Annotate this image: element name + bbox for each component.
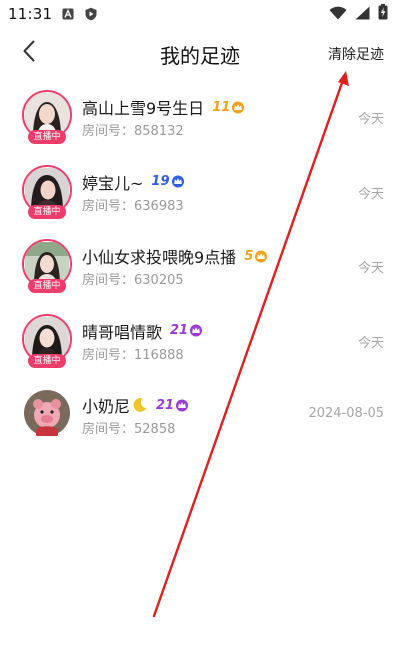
level-number: 19 <box>151 174 170 189</box>
clear-history-button[interactable]: 清除足迹 <box>328 44 384 64</box>
avatar-wrap: 直播中 <box>22 313 72 368</box>
signal-icon <box>355 5 370 24</box>
avatar-wrap: 直播中 <box>22 239 72 293</box>
room-line: 房间号：52858 <box>82 418 175 437</box>
status-right <box>329 4 388 24</box>
streamer-name: 小奶尼 <box>82 397 131 416</box>
name-line: 晴哥唱情歌 21 <box>82 320 203 342</box>
name-line: 小仙女求投喂晚9点播 5 <box>82 245 268 267</box>
history-item[interactable]: 直播中 高山上雪9号生日 11 房间号：858132 今天 <box>0 78 400 153</box>
visit-time: 今天 <box>357 112 384 127</box>
live-badge: 直播中 <box>28 130 66 144</box>
live-badge: 直播中 <box>28 204 66 219</box>
level-number: 21 <box>170 323 189 338</box>
avatar[interactable] <box>22 388 72 438</box>
live-badge: 直播中 <box>28 353 66 368</box>
status-time: 11:31 <box>8 5 53 23</box>
room-id: 52858 <box>134 422 176 437</box>
visit-time: 今天 <box>357 186 384 202</box>
visit-time: 2024-08-05 <box>308 406 384 421</box>
name-line: 婷宝儿~ 19 <box>82 171 185 193</box>
avatar-wrap: 直播中 <box>22 90 72 144</box>
back-button[interactable] <box>14 38 44 68</box>
level-badge: 19 <box>151 174 184 189</box>
avatar-wrap: 直播中 <box>22 164 72 219</box>
room-label: 房间号： <box>82 124 135 139</box>
room-line: 房间号：630205 <box>82 269 184 288</box>
streamer-name: 晴哥唱情歌 <box>82 322 163 342</box>
room-label: 房间号： <box>82 347 135 363</box>
crown-icon <box>175 399 189 412</box>
crown-icon <box>231 101 245 114</box>
room-line: 房间号：636983 <box>82 195 184 214</box>
level-number: 5 <box>244 248 254 264</box>
streamer-name: 婷宝儿~ <box>82 173 144 193</box>
room-id: 630205 <box>134 273 184 288</box>
a-box-icon <box>62 8 74 20</box>
avatar-wrap <box>22 388 72 438</box>
wifi-icon <box>329 5 347 24</box>
header: 我的足迹 清除足迹 <box>0 28 400 78</box>
visit-time: 今天 <box>357 335 384 351</box>
battery-charging-icon <box>378 4 388 24</box>
name-line: 小奶尼 21 <box>82 394 189 416</box>
room-line: 房间号：116888 <box>82 344 184 363</box>
room-label: 房间号： <box>82 422 135 437</box>
history-item[interactable]: 直播中 晴哥唱情歌 21 房间号：116888 今天 <box>0 302 400 377</box>
level-number: 21 <box>156 397 175 413</box>
live-badge: 直播中 <box>28 279 66 293</box>
room-label: 房间号： <box>82 198 135 214</box>
name-line: 高山上雪9号生日 11 <box>82 96 245 118</box>
crescent-moon-icon <box>132 397 148 413</box>
history-item[interactable]: 直播中 婷宝儿~ 19 房间号：636983 今天 <box>0 153 400 228</box>
streamer-name: 高山上雪9号生日 <box>82 99 205 118</box>
history-item[interactable]: 直播中 小仙女求投喂晚9点播 5 房间号：630205 今天 <box>0 227 400 302</box>
chevron-left-icon <box>22 40 36 66</box>
status-bar: 11:31 <box>0 0 400 28</box>
level-badge: 21 <box>170 323 203 338</box>
avatar-image <box>24 390 70 436</box>
room-id: 636983 <box>134 198 184 214</box>
level-badge: 5 <box>244 249 268 264</box>
crown-icon <box>254 250 268 263</box>
crown-icon <box>189 324 203 337</box>
history-item[interactable]: 小奶尼 21 房间号：52858 2024-08-05 <box>0 376 400 451</box>
visit-time: 今天 <box>357 261 384 276</box>
room-id: 858132 <box>134 124 184 139</box>
level-badge: 21 <box>156 398 189 413</box>
room-id: 116888 <box>134 347 184 363</box>
shield-icon <box>84 7 98 21</box>
history-list: 直播中 高山上雪9号生日 11 房间号：858132 今天 直播中 婷宝儿~ 1… <box>0 78 400 451</box>
screen: 11:31 我的足迹 清除足迹 直播中 高山上雪9号生日 11 房间号：8581… <box>0 0 400 668</box>
room-label: 房间号： <box>82 273 135 288</box>
level-number: 11 <box>212 99 231 115</box>
streamer-name: 小仙女求投喂晚9点播 <box>82 248 237 267</box>
level-badge: 11 <box>212 100 245 115</box>
room-line: 房间号：858132 <box>82 120 184 139</box>
crown-icon <box>171 175 185 188</box>
